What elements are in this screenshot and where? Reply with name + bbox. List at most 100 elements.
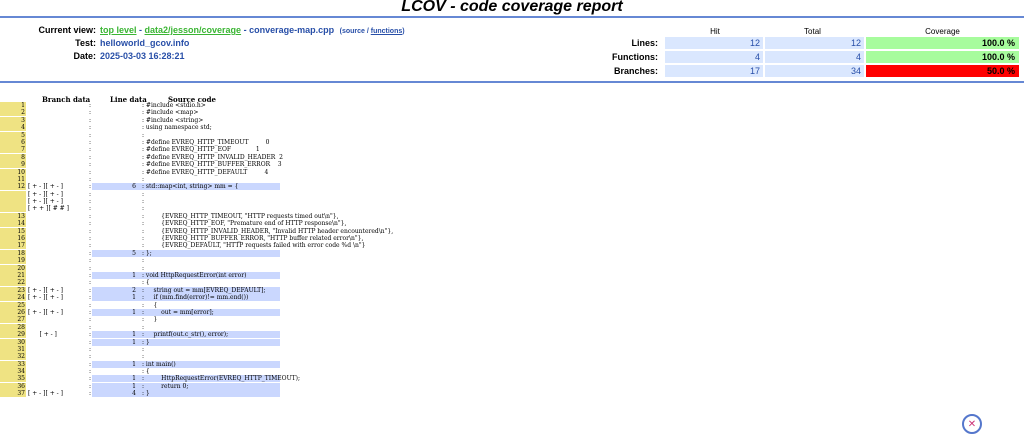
functions-coverage: 100.0 % — [866, 51, 1019, 63]
code-row: 32:: — [0, 353, 1024, 361]
column-separator: : — [89, 198, 92, 206]
code-row: 13:: {EVREQ_HTTP_TIMEOUT, "HTTP requests… — [0, 212, 1024, 220]
source-line: : { — [142, 368, 150, 376]
column-separator: : — [89, 375, 92, 383]
line-number: 27 — [0, 316, 26, 324]
column-separator: : — [89, 175, 92, 183]
line-hit-count — [92, 316, 140, 323]
column-separator: : — [89, 242, 92, 250]
line-number — [0, 198, 26, 206]
line-number: 34 — [0, 368, 26, 376]
code-row: 2:: #include <map> — [0, 109, 1024, 117]
line-number: 3 — [0, 116, 26, 124]
code-row: 5:: — [0, 131, 1024, 139]
column-separator: : — [89, 286, 92, 294]
test-label: Test: — [75, 38, 96, 48]
branch-data — [28, 302, 92, 309]
source-line: : using namespace std; — [142, 124, 212, 132]
branch-data — [28, 242, 92, 249]
column-separator: : — [89, 116, 92, 124]
line-hit-count: 1 — [92, 375, 140, 383]
branch-data — [28, 353, 92, 360]
current-view-path: top level - data2/jesson/coverage - conv… — [100, 25, 405, 35]
code-row: [ + + ][ # # ]:: — [0, 205, 1024, 213]
source-line: : void HttpRequestError(int error) — [140, 271, 280, 279]
line-number — [0, 205, 26, 213]
branch-data: [ + - ][ + - ] — [28, 308, 63, 316]
line-hit-count — [92, 257, 140, 264]
line-hit-count: 1 — [92, 360, 140, 368]
line-hit-count — [92, 205, 140, 212]
line-hit-count: 1 — [92, 271, 140, 279]
line-hit-count: 4 — [92, 390, 140, 398]
code-row: 24[ + - ][ + - ]:1: if (mm.find(error)!=… — [0, 294, 1024, 302]
top-level-link[interactable]: top level — [100, 25, 137, 35]
line-hit-count — [92, 353, 140, 360]
code-row: [ + - ][ + - ]:: — [0, 198, 1024, 206]
source-line: : string out = mm[EVREQ_DEFAULT]; — [140, 286, 280, 294]
code-row: 19:: — [0, 257, 1024, 265]
functions-link[interactable]: functions — [371, 28, 403, 35]
column-separator: : — [89, 220, 92, 228]
test-value: helloworld_gcov.info — [100, 38, 190, 48]
branch-data — [28, 146, 92, 153]
source-line: : std::map<int, string> mm = { — [140, 183, 280, 191]
line-hit-count — [92, 213, 140, 220]
column-separator: : — [89, 190, 92, 198]
code-row: 23[ + - ][ + - ]:2: string out = mm[EVRE… — [0, 286, 1024, 294]
branch-data: [ + - ][ + - ] — [28, 390, 63, 398]
line-hit-count — [92, 235, 140, 242]
column-separator: : — [89, 205, 92, 213]
source-line: : #include <string> — [142, 116, 204, 124]
line-hit-count — [92, 132, 140, 139]
branch-data — [28, 265, 92, 272]
line-number: 35 — [0, 375, 26, 383]
column-separator: : — [89, 353, 92, 361]
line-hit-count — [92, 124, 140, 131]
column-separator: : — [89, 323, 92, 331]
branches-hit: 17 — [665, 65, 763, 77]
line-number: 13 — [0, 212, 26, 220]
column-separator: : — [89, 331, 92, 339]
line-number: 2 — [0, 109, 26, 117]
source-link[interactable]: (source / — [340, 28, 371, 35]
line-number: 32 — [0, 353, 26, 361]
functions-total: 4 — [765, 51, 864, 63]
code-row: 29 [ + - ]:1: printf(out.c_str(), error)… — [0, 331, 1024, 339]
page-title: LCOV - code coverage report — [401, 0, 623, 15]
branch-data: [ + - ][ + - ] — [28, 286, 63, 294]
line-hit-count — [92, 228, 140, 235]
line-hit-count — [92, 176, 140, 183]
line-hit-count: 1 — [92, 382, 140, 390]
column-separator: : — [89, 308, 92, 316]
column-separator: : — [89, 279, 92, 287]
line-number: 16 — [0, 235, 26, 243]
line-hit-count: 5 — [92, 249, 140, 257]
source-line: : — [142, 198, 146, 206]
code-row: [ + - ][ + - ]:: — [0, 190, 1024, 198]
branch-data — [28, 361, 92, 368]
file-name: converage-map.cpp — [249, 25, 335, 35]
code-row: 4:: using namespace std; — [0, 124, 1024, 132]
line-number: 1 — [0, 102, 26, 109]
line-hit-count — [92, 302, 140, 309]
line-hit-count — [92, 109, 140, 116]
code-row: 34:: { — [0, 368, 1024, 376]
code-row: 8:: #define EVREQ_HTTP_INVALID_HEADER 2 — [0, 153, 1024, 161]
line-number: 4 — [0, 124, 26, 132]
column-separator: : — [89, 345, 92, 353]
line-number: 11 — [0, 175, 26, 183]
line-number: 15 — [0, 227, 26, 235]
source-line: : printf(out.c_str(), error); — [140, 331, 280, 339]
column-separator: : — [89, 161, 92, 169]
line-hit-count — [92, 324, 140, 331]
line-number: 10 — [0, 168, 26, 176]
directory-link[interactable]: data2/jesson/coverage — [145, 25, 242, 35]
code-row: 10:: #define EVREQ_HTTP_DEFAULT 4 — [0, 168, 1024, 176]
assistant-icon[interactable]: ✕ — [962, 414, 982, 434]
branch-data — [28, 213, 92, 220]
line-hit-count — [92, 102, 140, 109]
line-number: 17 — [0, 242, 26, 250]
branch-data — [28, 132, 92, 139]
code-row: 25:: { — [0, 301, 1024, 309]
